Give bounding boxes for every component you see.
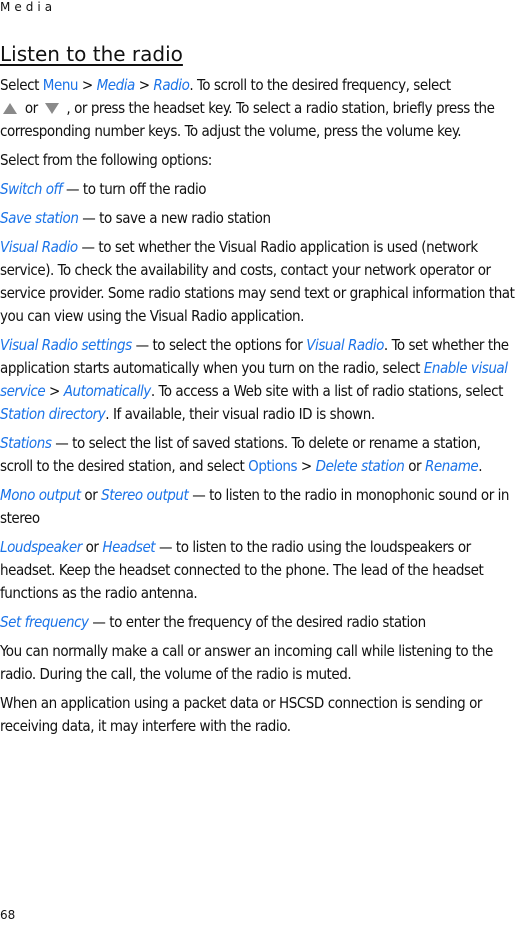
rename-link[interactable]: Rename	[425, 457, 479, 475]
data-paragraph: When an application using a packet data …	[0, 694, 483, 735]
text: . If available, their visual radio ID is…	[105, 405, 375, 423]
delete-station-link[interactable]: Delete station	[316, 457, 405, 475]
text: — to select the options for	[131, 336, 307, 354]
stereo-output-link[interactable]: Stereo output	[101, 486, 189, 504]
option-output: Mono output or Stereo output — to listen…	[0, 484, 516, 530]
intro-paragraph: Select Menu > Media > Radio. To scroll t…	[0, 74, 516, 143]
set-frequency-link[interactable]: Set frequency	[0, 613, 89, 631]
text: or	[21, 99, 42, 117]
text: , or press the headset key. To select a …	[0, 99, 495, 140]
options-link[interactable]: Options	[248, 457, 297, 475]
document-body: Select Menu > Media > Radio. To scroll t…	[0, 74, 516, 744]
menu-link[interactable]: Menu	[43, 76, 79, 94]
option-visual-radio-settings: Visual Radio settings — to select the op…	[0, 334, 516, 426]
radio-link[interactable]: Radio	[153, 76, 189, 94]
option-desc: — to save a new radio station	[78, 209, 271, 227]
page-title: Listen to the radio	[0, 42, 183, 66]
text: or	[404, 457, 425, 475]
option-stations: Stations — to select the list of saved s…	[0, 432, 516, 478]
switch-off-link[interactable]: Switch off	[0, 180, 63, 198]
option-desc: — to turn off the radio	[62, 180, 207, 198]
call-paragraph: You can normally make a call or answer a…	[0, 642, 493, 683]
up-arrow-icon	[3, 103, 17, 114]
options-intro: Select from the following options:	[0, 151, 212, 169]
visual-radio-ref-link[interactable]: Visual Radio	[306, 336, 384, 354]
separator: >	[45, 382, 64, 400]
page-number: 68	[0, 908, 16, 922]
text: .	[478, 457, 483, 475]
text: . To access a Web site with a list of ra…	[150, 382, 504, 400]
text: Select	[0, 76, 43, 94]
separator: >	[78, 76, 97, 94]
mono-output-link[interactable]: Mono output	[0, 486, 81, 504]
option-desc: — to enter the frequency of the desired …	[88, 613, 426, 631]
station-directory-link[interactable]: Station directory	[0, 405, 106, 423]
option-visual-radio: Visual Radio — to set whether the Visual…	[0, 236, 516, 328]
option-save-station: Save station — to save a new radio stati…	[0, 207, 516, 230]
visual-radio-link[interactable]: Visual Radio	[0, 238, 78, 256]
text: . To scroll to the desired frequency, se…	[189, 76, 451, 94]
separator: >	[297, 457, 316, 475]
option-switch-off: Switch off — to turn off the radio	[0, 178, 516, 201]
text: or	[80, 486, 102, 504]
text: or	[81, 538, 103, 556]
option-set-frequency: Set frequency — to enter the frequency o…	[0, 611, 516, 634]
down-arrow-icon	[44, 103, 59, 114]
stations-link[interactable]: Stations	[0, 434, 52, 452]
automatically-link[interactable]: Automatically	[64, 382, 152, 400]
visual-radio-settings-link[interactable]: Visual Radio settings	[0, 336, 132, 354]
media-link[interactable]: Media	[97, 76, 136, 94]
option-speaker: Loudspeaker or Headset — to listen to th…	[0, 536, 516, 605]
option-desc: — to set whether the Visual Radio applic…	[0, 238, 515, 325]
section-header: Media	[0, 0, 57, 14]
separator: >	[134, 76, 154, 94]
headset-link[interactable]: Headset	[102, 538, 155, 556]
loudspeaker-link[interactable]: Loudspeaker	[0, 538, 82, 556]
save-station-link[interactable]: Save station	[0, 209, 79, 227]
